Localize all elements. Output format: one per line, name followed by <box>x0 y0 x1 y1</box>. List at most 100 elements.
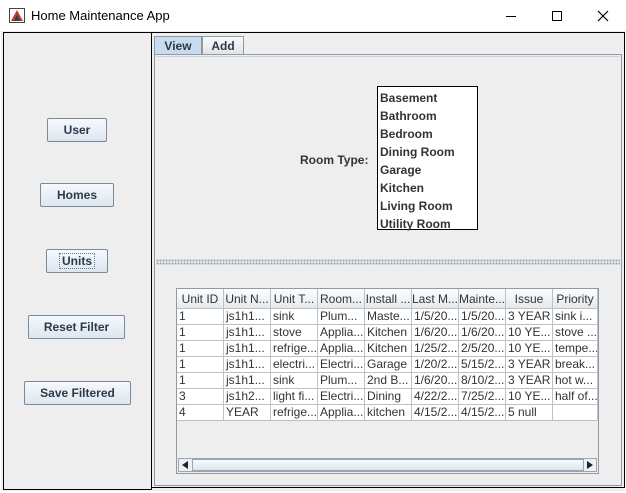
table-cell[interactable]: Applia... <box>318 325 365 341</box>
column-header[interactable]: Unit ID <box>177 289 224 309</box>
table-cell[interactable]: 1 <box>177 325 224 341</box>
table-cell[interactable]: 5/15/2... <box>459 357 506 373</box>
table-cell[interactable]: refrige... <box>271 405 318 421</box>
table-cell[interactable]: 4/15/2... <box>459 405 506 421</box>
room-type-option[interactable]: Garage <box>378 161 477 179</box>
table-cell[interactable]: 5 null <box>506 405 553 421</box>
table-cell[interactable]: js1h1... <box>224 357 271 373</box>
table-cell[interactable]: Dining <box>365 389 412 405</box>
table-cell[interactable]: stove ... <box>553 325 598 341</box>
column-header[interactable]: Unit T... <box>271 289 318 309</box>
table-cell[interactable]: refrige... <box>271 341 318 357</box>
table-cell[interactable]: 10 YE... <box>506 325 553 341</box>
table-cell[interactable]: YEAR <box>224 405 271 421</box>
room-type-option[interactable]: Bathroom <box>378 107 477 125</box>
table-cell[interactable]: Electri... <box>318 357 365 373</box>
table-cell[interactable]: Applia... <box>318 405 365 421</box>
room-type-option[interactable]: Basement <box>378 89 477 107</box>
table-row[interactable]: 1 js1h1... stove Applia... Kitchen 1/6/20... 1… <box>177 325 598 341</box>
maximize-button[interactable] <box>534 0 580 31</box>
table-cell[interactable]: Kitchen <box>365 341 412 357</box>
table-cell[interactable]: sink i... <box>553 309 598 325</box>
table-cell[interactable]: 2nd B... <box>365 373 412 389</box>
room-type-option[interactable]: Dining Room <box>378 143 477 161</box>
table-cell[interactable]: 1/6/20... <box>412 373 459 389</box>
scroll-right-arrow[interactable] <box>584 459 596 471</box>
room-type-option[interactable]: Living Room <box>378 197 477 215</box>
table-cell[interactable]: 3 <box>177 389 224 405</box>
table-cell[interactable]: 4/22/2... <box>412 389 459 405</box>
table-row[interactable]: 1 js1h1... refrige... Applia... Kitchen 1/25/… <box>177 341 598 357</box>
column-header[interactable]: Priority <box>553 289 598 309</box>
split-pane-divider[interactable] <box>156 259 620 265</box>
table-cell[interactable]: 1/5/20... <box>459 309 506 325</box>
column-header[interactable]: Room... <box>318 289 365 309</box>
table-cell[interactable]: 3 YEAR <box>506 373 553 389</box>
table-cell[interactable]: js1h1... <box>224 309 271 325</box>
table-cell[interactable]: 1 <box>177 309 224 325</box>
column-header[interactable]: Last M... <box>412 289 459 309</box>
horizontal-scrollbar[interactable] <box>178 458 597 472</box>
table-cell[interactable]: stove <box>271 325 318 341</box>
table-cell[interactable]: Electri... <box>318 389 365 405</box>
table-cell[interactable]: Garage <box>365 357 412 373</box>
table-cell[interactable]: tempe... <box>553 341 598 357</box>
units-table[interactable]: Unit ID Unit N... Unit T... Room... Inst… <box>177 289 598 421</box>
table-cell[interactable]: half of... <box>553 389 598 405</box>
table-cell[interactable]: 4/15/2... <box>412 405 459 421</box>
save-filtered-button[interactable]: Save Filtered <box>24 381 131 405</box>
table-cell[interactable]: sink <box>271 373 318 389</box>
table-row[interactable]: 1 js1h1... electri... Electri... Garage 1/20/… <box>177 357 598 373</box>
table-cell[interactable]: hot w... <box>553 373 598 389</box>
tab-view[interactable]: View <box>154 36 202 54</box>
column-header[interactable]: Install ... <box>365 289 412 309</box>
user-button[interactable]: User <box>47 118 107 142</box>
column-header[interactable]: Unit N... <box>224 289 271 309</box>
tab-add[interactable]: Add <box>202 36 244 54</box>
table-cell[interactable]: Maste... <box>365 309 412 325</box>
table-row[interactable]: 4 YEAR refrige... Applia... kitchen 4/15/2...… <box>177 405 598 421</box>
reset-filter-button[interactable]: Reset Filter <box>28 315 125 339</box>
table-cell[interactable]: 10 YE... <box>506 389 553 405</box>
homes-button[interactable]: Homes <box>40 183 114 207</box>
room-type-option[interactable]: Bedroom <box>378 125 477 143</box>
table-row[interactable]: 3 js1h2... light fi... Electri... Dining 4/22… <box>177 389 598 405</box>
table-cell[interactable]: 3 YEAR <box>506 357 553 373</box>
table-cell[interactable]: 8/10/2... <box>459 373 506 389</box>
table-cell[interactable]: 1/20/2... <box>412 357 459 373</box>
table-cell[interactable]: sink <box>271 309 318 325</box>
table-row[interactable]: 1 js1h1... sink Plum... Maste... 1/5/20... 1/5… <box>177 309 598 325</box>
room-type-option[interactable]: Utility Room <box>378 215 477 233</box>
table-cell[interactable]: 1 <box>177 341 224 357</box>
scroll-left-arrow[interactable] <box>179 459 191 471</box>
room-type-list[interactable]: Basement Bathroom Bedroom Dining Room Ga… <box>377 86 478 233</box>
units-button[interactable]: Units <box>46 249 108 273</box>
table-cell[interactable]: js1h1... <box>224 341 271 357</box>
table-cell[interactable]: 2/5/20... <box>459 341 506 357</box>
table-cell[interactable]: Plum... <box>318 309 365 325</box>
table-cell[interactable]: Kitchen <box>365 325 412 341</box>
table-cell[interactable]: 1/6/20... <box>459 325 506 341</box>
table-cell[interactable]: Plum... <box>318 373 365 389</box>
column-header[interactable]: Issue <box>506 289 553 309</box>
table-cell[interactable]: kitchen <box>365 405 412 421</box>
table-cell[interactable]: js1h2... <box>224 389 271 405</box>
table-cell[interactable]: 1/25/2... <box>412 341 459 357</box>
table-cell[interactable] <box>553 405 598 421</box>
table-cell[interactable]: 1/5/20... <box>412 309 459 325</box>
table-cell[interactable]: 7/25/2... <box>459 389 506 405</box>
table-cell[interactable]: 1/6/20... <box>412 325 459 341</box>
table-cell[interactable]: 1 <box>177 373 224 389</box>
table-cell[interactable]: js1h1... <box>224 373 271 389</box>
scrollbar-thumb[interactable] <box>192 459 584 471</box>
table-cell[interactable]: 10 YE... <box>506 341 553 357</box>
table-row[interactable]: 1 js1h1... sink Plum... 2nd B... 1/6/20... 8/1… <box>177 373 598 389</box>
close-button[interactable] <box>580 0 626 31</box>
table-cell[interactable]: electri... <box>271 357 318 373</box>
table-cell[interactable]: 4 <box>177 405 224 421</box>
table-cell[interactable]: break... <box>553 357 598 373</box>
table-cell[interactable]: light fi... <box>271 389 318 405</box>
minimize-button[interactable] <box>488 0 534 31</box>
column-header[interactable]: Mainte... <box>459 289 506 309</box>
room-type-option[interactable]: Kitchen <box>378 179 477 197</box>
